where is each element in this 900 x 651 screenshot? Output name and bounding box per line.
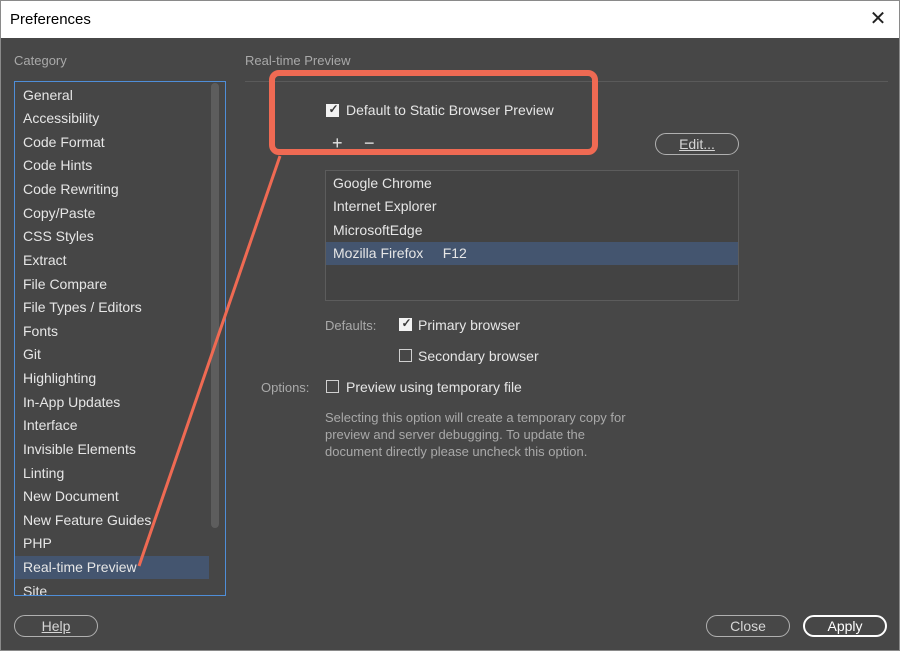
title-bar: Preferences ✕ xyxy=(1,1,899,38)
close-button[interactable]: Close xyxy=(706,615,790,637)
edit-button[interactable]: Edit... xyxy=(655,133,739,155)
category-item-css-styles[interactable]: CSS Styles xyxy=(15,225,209,248)
browser-item-google-chrome[interactable]: Google Chrome xyxy=(326,172,738,195)
window-title: Preferences xyxy=(10,11,91,28)
category-item-file-compare[interactable]: File Compare xyxy=(15,273,209,296)
edit-button-label: Edit... xyxy=(679,136,715,152)
section-heading: Real-time Preview xyxy=(245,53,351,68)
primary-browser-checkbox[interactable]: ✓ xyxy=(399,316,412,331)
category-item-fonts[interactable]: Fonts xyxy=(15,320,209,343)
annotation-highlight-box xyxy=(269,70,598,155)
help-button-label: Help xyxy=(41,618,71,634)
category-item-code-format[interactable]: Code Format xyxy=(15,131,209,154)
category-item-general[interactable]: General xyxy=(15,84,209,107)
browser-item-internet-explorer[interactable]: Internet Explorer xyxy=(326,195,738,218)
category-item-extract[interactable]: Extract xyxy=(15,249,209,272)
options-label: Options: xyxy=(261,380,310,395)
category-item-file-types-editors[interactable]: File Types / Editors xyxy=(15,296,209,319)
category-item-in-app-updates[interactable]: In-App Updates xyxy=(15,391,209,414)
category-item-real-time-preview[interactable]: Real-time Preview xyxy=(15,556,209,579)
category-heading: Category xyxy=(14,53,67,68)
secondary-browser-checkbox[interactable] xyxy=(399,349,412,362)
category-list[interactable]: General Accessibility Code Format Code H… xyxy=(14,81,226,596)
defaults-label: Defaults: xyxy=(325,318,377,333)
category-item-new-document[interactable]: New Document xyxy=(15,485,209,508)
category-item-site[interactable]: Site xyxy=(15,580,209,595)
close-icon[interactable]: ✕ xyxy=(865,7,891,31)
category-item-new-feature-guides[interactable]: New Feature Guides xyxy=(15,509,209,532)
category-item-code-rewriting[interactable]: Code Rewriting xyxy=(15,178,209,201)
primary-browser-label[interactable]: Primary browser xyxy=(418,317,520,333)
category-item-invisible-elements[interactable]: Invisible Elements xyxy=(15,438,209,461)
apply-button[interactable]: Apply xyxy=(803,615,887,637)
browser-item-microsoft-edge[interactable]: MicrosoftEdge xyxy=(326,219,738,242)
category-item-interface[interactable]: Interface xyxy=(15,414,209,437)
temp-file-checkbox[interactable] xyxy=(326,380,339,393)
close-button-label: Close xyxy=(730,618,766,634)
category-scrollbar-thumb[interactable] xyxy=(211,83,219,528)
browser-item-mozilla-firefox[interactable]: Mozilla Firefox F12 xyxy=(326,242,738,265)
temp-file-description: Selecting this option will create a temp… xyxy=(325,410,626,459)
category-item-copy-paste[interactable]: Copy/Paste xyxy=(15,202,209,225)
category-item-git[interactable]: Git xyxy=(15,343,209,366)
temp-file-label[interactable]: Preview using temporary file xyxy=(346,379,522,395)
category-item-accessibility[interactable]: Accessibility xyxy=(15,107,209,130)
browser-list[interactable]: Google Chrome Internet Explorer Microsof… xyxy=(325,170,739,301)
apply-button-label: Apply xyxy=(827,618,863,634)
secondary-browser-label[interactable]: Secondary browser xyxy=(418,348,539,364)
category-item-php[interactable]: PHP xyxy=(15,532,209,555)
category-item-linting[interactable]: Linting xyxy=(15,462,209,485)
help-button[interactable]: Help xyxy=(14,615,98,637)
category-item-highlighting[interactable]: Highlighting xyxy=(15,367,209,390)
checkmark-icon: ✓ xyxy=(401,316,412,330)
category-item-code-hints[interactable]: Code Hints xyxy=(15,154,209,177)
